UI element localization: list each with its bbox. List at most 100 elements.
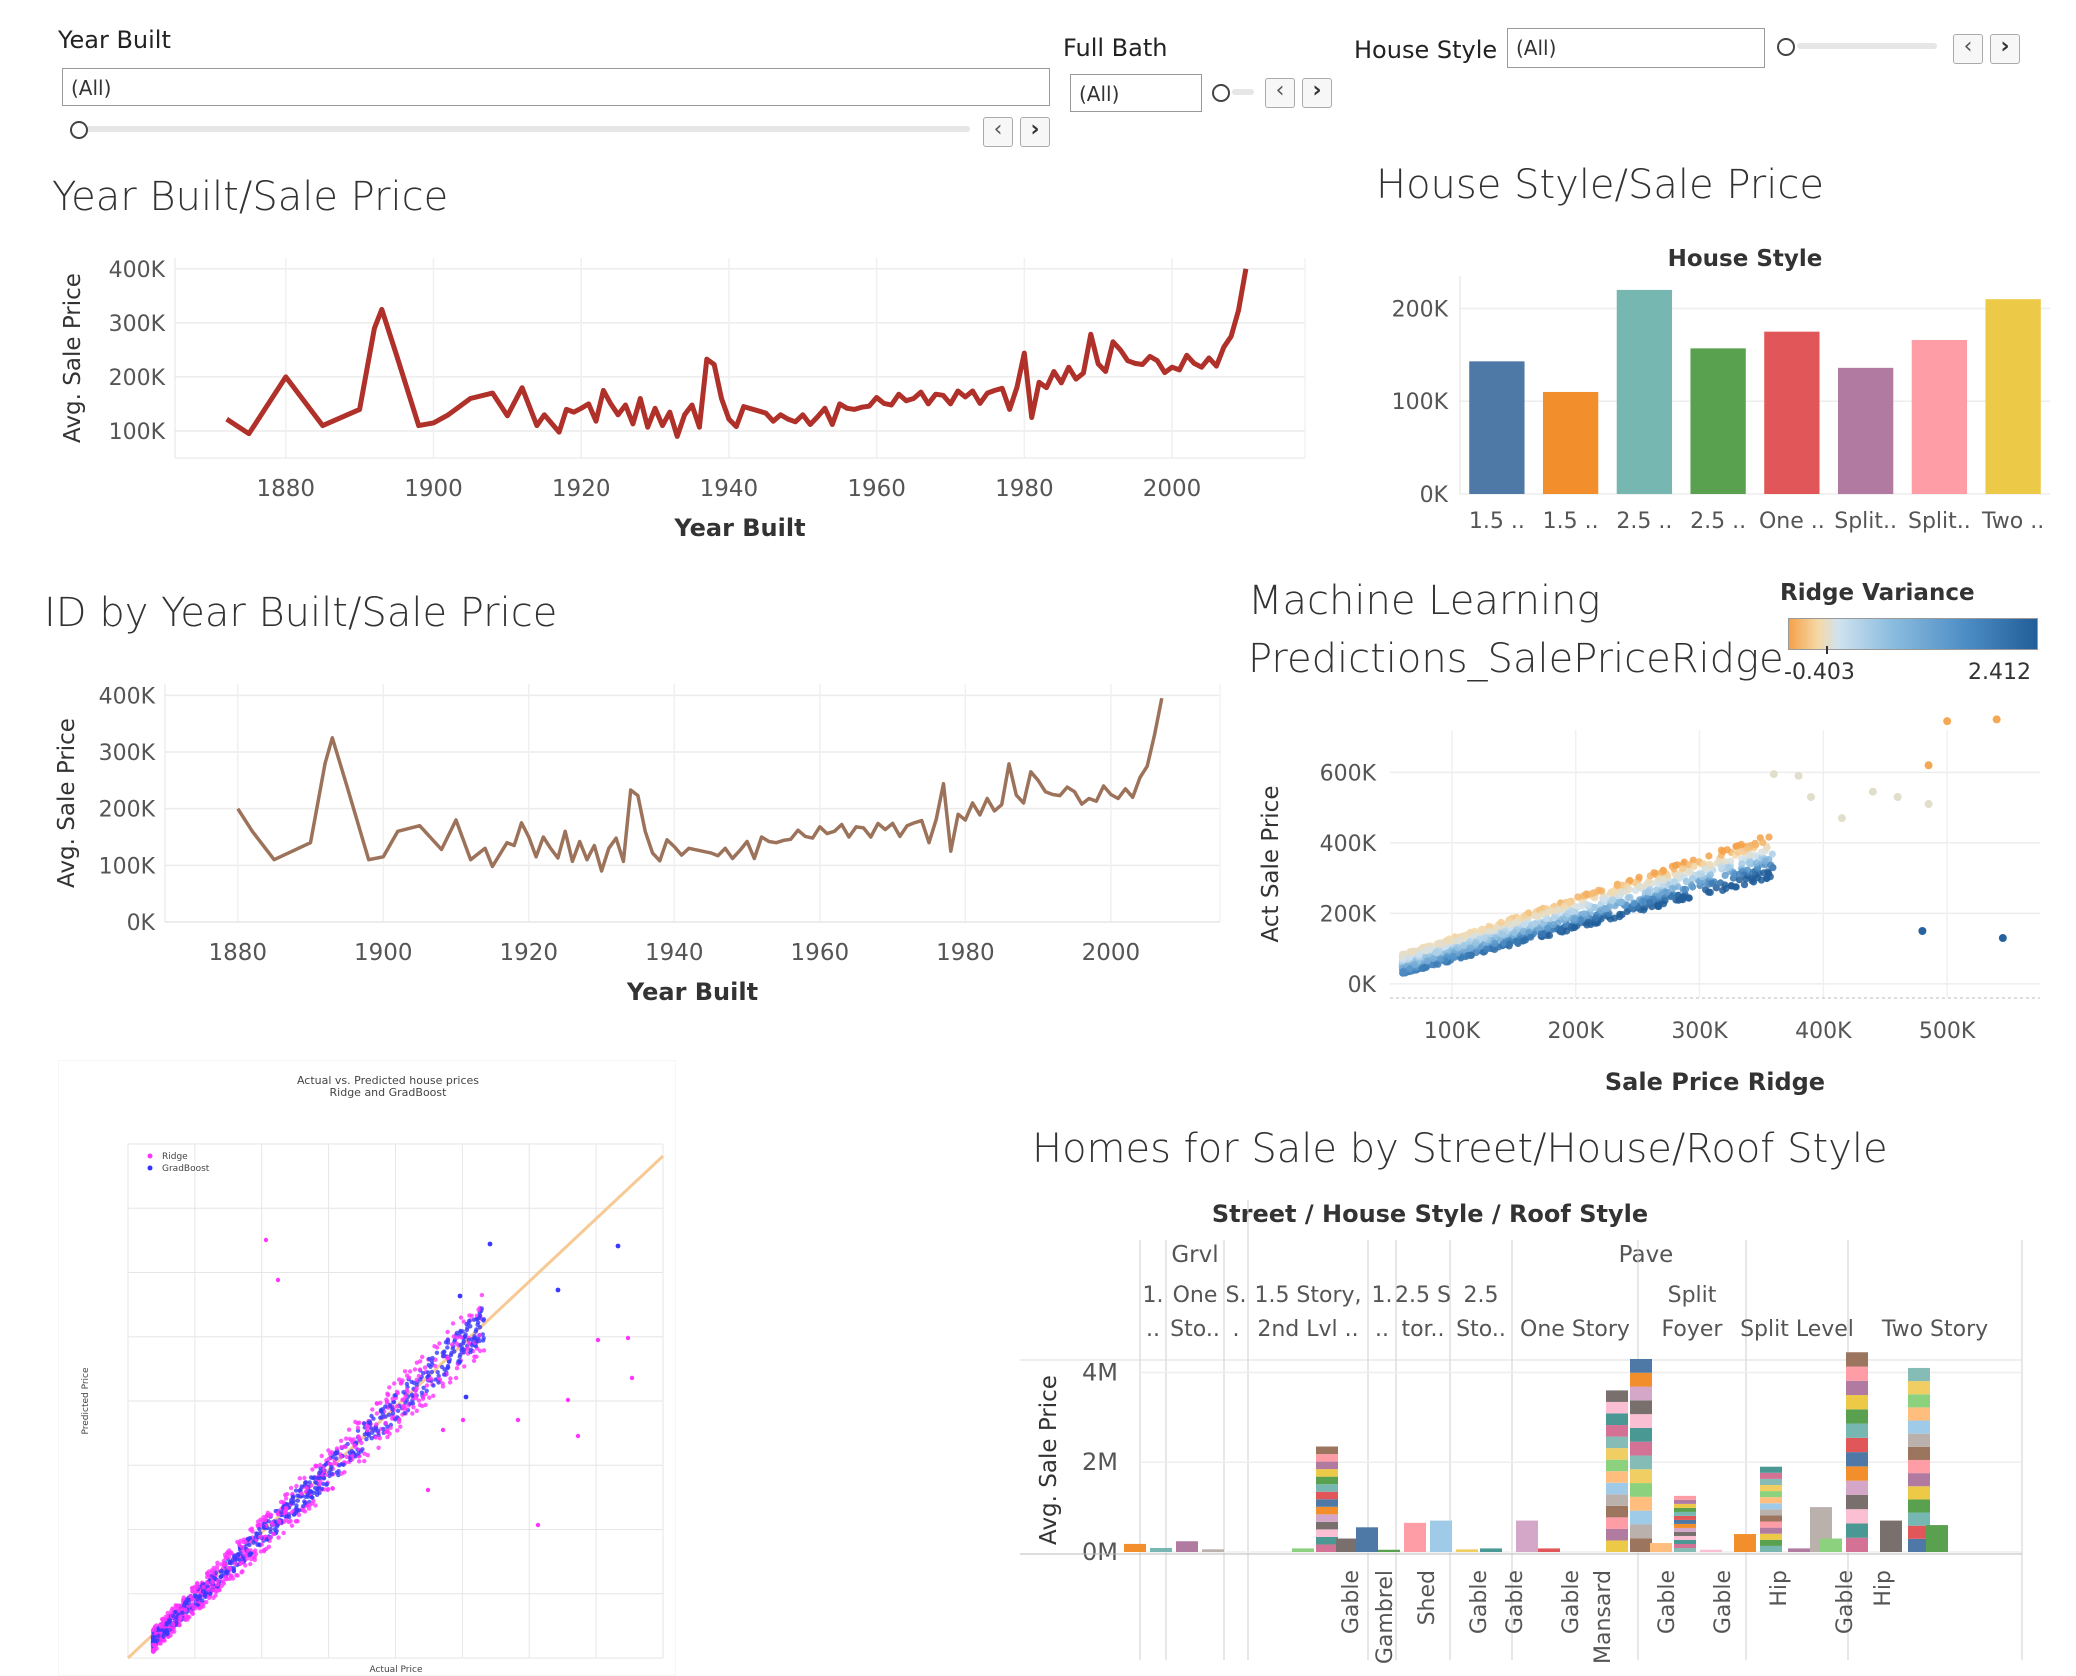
y-tick-label: 300K [99, 741, 156, 766]
x-tick-label: 1920 [500, 940, 559, 966]
house-style-header: 2.5 [1464, 1283, 1499, 1308]
image-point [476, 1307, 481, 1312]
stacked-bar-segment [1760, 1497, 1782, 1504]
full-bath-slider-track[interactable] [1232, 89, 1254, 95]
image-point [443, 1340, 449, 1345]
stacked-bar-segment [1908, 1367, 1930, 1382]
year-built-prev-button[interactable]: ‹ [983, 117, 1013, 147]
stacked-bar-segment [1630, 1400, 1652, 1415]
house-style-header: Sto.. [1456, 1317, 1506, 1342]
scatter-point [1485, 927, 1493, 935]
image-point [242, 1552, 248, 1557]
image-point [431, 1383, 436, 1388]
image-point [383, 1404, 388, 1409]
full-bath-prev-button[interactable]: ‹ [1265, 78, 1295, 108]
stacked-bar-segment [1606, 1390, 1628, 1402]
stacked-bar-segment [1846, 1523, 1868, 1538]
image-point [270, 1522, 275, 1527]
x-tick-label: 1900 [354, 940, 413, 966]
image-point [374, 1411, 380, 1416]
scatter-point [1663, 888, 1671, 896]
year-built-sale-price-title: Year Built/Sale Price [52, 174, 449, 220]
house-style-slider-handle[interactable] [1777, 38, 1795, 56]
stacked-bar-segment [1606, 1517, 1628, 1529]
scatter-point [1544, 924, 1552, 932]
image-point [454, 1330, 459, 1336]
image-point [418, 1359, 423, 1364]
house-style-next-button[interactable]: › [1990, 34, 2020, 64]
house-style-header: 1. [1372, 1283, 1393, 1308]
full-bath-filter-select[interactable]: (All) [1070, 74, 1202, 112]
year-built-next-button[interactable]: › [1020, 117, 1050, 147]
x-tick-label: 300K [1671, 1019, 1728, 1044]
house-style-header: 2.5 S [1395, 1283, 1451, 1308]
image-point [460, 1417, 466, 1423]
image-point [321, 1481, 326, 1487]
image-point [461, 1319, 466, 1324]
image-point [457, 1293, 463, 1299]
image-point [183, 1607, 188, 1613]
scatter-point [1472, 939, 1480, 947]
house-style-header: tor.. [1401, 1317, 1444, 1342]
scatter-point [1520, 912, 1528, 920]
image-point [334, 1446, 340, 1451]
year-built-slider-handle[interactable] [70, 121, 88, 139]
house-style-header: .. [1375, 1317, 1389, 1342]
image-point [281, 1500, 286, 1505]
image-point [420, 1354, 425, 1360]
scatter-point [1705, 852, 1713, 860]
full-bath-next-button[interactable]: › [1302, 78, 1332, 108]
image-point [408, 1401, 413, 1406]
year-built-filter-select[interactable]: (All) [62, 68, 1050, 106]
image-point [164, 1631, 170, 1636]
image-point [595, 1337, 601, 1343]
image-point [288, 1485, 294, 1491]
house-style-filter-select[interactable]: (All) [1507, 28, 1765, 68]
image-point [403, 1394, 408, 1399]
image-point [337, 1463, 342, 1468]
image-point [458, 1315, 464, 1320]
scatter-point [1550, 913, 1559, 921]
legend-label-gradboost: GradBoost [162, 1164, 210, 1174]
image-point [330, 1486, 335, 1491]
stacked-chart-header: Street / House Style / Roof Style [1212, 1200, 1648, 1228]
stacked-bar-segment [1316, 1499, 1338, 1507]
image-point [440, 1350, 445, 1356]
x-tick-label: 1920 [552, 476, 611, 502]
house-style-header: Split [1668, 1283, 1717, 1308]
year-built-slider-track[interactable] [72, 126, 970, 132]
house-style-slider-track[interactable] [1797, 43, 1937, 49]
image-point [288, 1518, 293, 1524]
stacked-bar-segment [1908, 1446, 1930, 1460]
roof-style-label: Hip [1871, 1570, 1896, 1607]
stacked-bar-segment [1150, 1547, 1172, 1552]
stacked-bar-segment [1606, 1482, 1628, 1495]
roof-style-label: Mansard [1591, 1570, 1616, 1664]
image-point [355, 1425, 361, 1430]
image-point [425, 1370, 431, 1375]
scatter-point [1659, 876, 1667, 884]
image-point [310, 1495, 315, 1500]
stacked-bar-segment [1760, 1545, 1782, 1552]
bar [1837, 367, 1894, 494]
stacked-bar-segment [1674, 1543, 1696, 1548]
full-bath-slider-handle[interactable] [1212, 84, 1230, 102]
image-point [422, 1365, 428, 1370]
stacked-bar-segment [1674, 1535, 1696, 1540]
image-point [454, 1366, 460, 1371]
stacked-bar-segment [1760, 1491, 1782, 1498]
image-point [254, 1531, 259, 1536]
scatter-point [1560, 902, 1568, 910]
image-point [412, 1367, 418, 1372]
stacked-bar-segment [1630, 1496, 1652, 1511]
stacked-bar-segment [1760, 1533, 1782, 1540]
house-style-prev-button[interactable]: ‹ [1953, 34, 1983, 64]
stacked-bar-segment [1760, 1515, 1782, 1522]
bar [1469, 361, 1525, 494]
image-y-label: Predicted Price [81, 1367, 91, 1435]
x-tick-label: 2.5 .. [1616, 509, 1672, 534]
scatter-point [1748, 877, 1756, 885]
scatter-point [1924, 761, 1933, 770]
image-point [336, 1469, 341, 1474]
scatter-point [1531, 920, 1539, 928]
